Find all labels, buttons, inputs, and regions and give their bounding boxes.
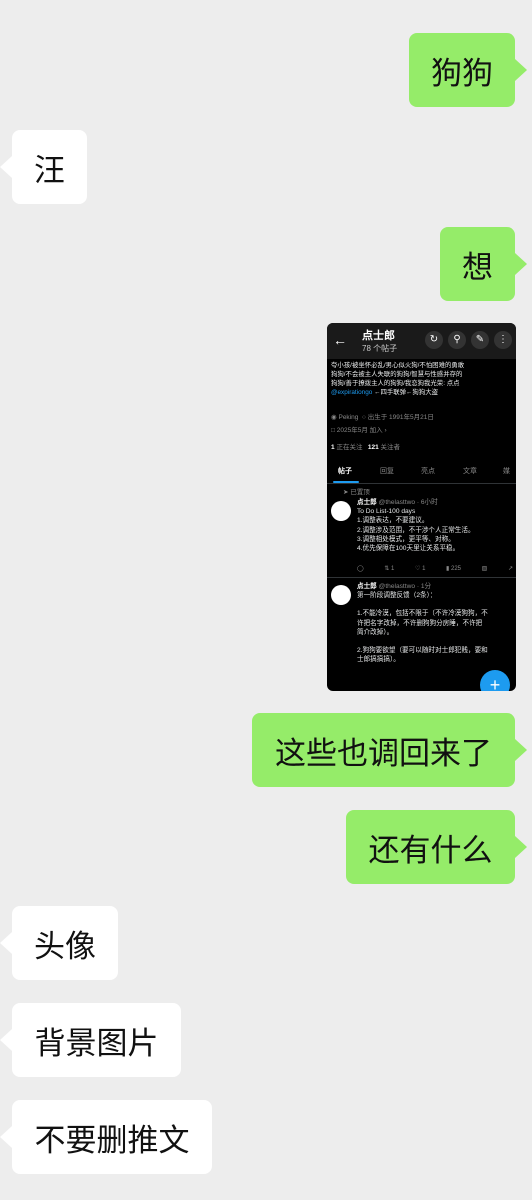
profile-header: ← 点士郎 78 个帖子 ↻ ⚲ ✎ ⋮	[327, 323, 516, 359]
follow-stats[interactable]: 1 正在关注 121 关注者	[331, 441, 400, 451]
message-bubble[interactable]: 狗狗	[409, 33, 527, 107]
profile-name: 点士郎	[362, 330, 395, 342]
profile-meta-joined: □ 2025年5月 加入 ›	[331, 427, 387, 434]
profile-bio: 夸小孩/被坐怀必乱/男心似火狗/不怕困难的勇敢 狗狗/不会被主人失联的狗狗/智慧…	[331, 362, 465, 396]
shared-screenshot-image[interactable]: ← 点士郎 78 个帖子 ↻ ⚲ ✎ ⋮ 夸小孩/被坐怀必乱/男心似火狗/不怕困…	[327, 323, 516, 691]
avatar[interactable]	[331, 585, 351, 605]
message-bubble[interactable]: 不要删推文	[0, 1100, 212, 1174]
refresh-icon: ↻	[425, 331, 443, 349]
reply-icon[interactable]: ◯	[357, 565, 364, 572]
message-bubble[interactable]: 想	[440, 227, 527, 301]
bookmark-icon[interactable]: ▧	[482, 565, 488, 572]
post-count: 78 个帖子	[362, 344, 398, 353]
compose-button[interactable]: +	[480, 670, 510, 691]
birthday-icon: ○	[361, 414, 366, 421]
tab-media[interactable]: 媒	[503, 466, 510, 476]
views-icon[interactable]: ▮ 225	[446, 565, 461, 572]
tab-articles[interactable]: 文章	[463, 466, 477, 476]
divider	[327, 577, 516, 578]
tab-highlights[interactable]: 亮点	[421, 466, 435, 476]
message-bubble[interactable]: 头像	[0, 906, 118, 980]
share-icon[interactable]: ↗	[508, 565, 513, 572]
tweet-2[interactable]: 点士郎 @thelasttwo · 1分 第一阶段调整反馈（2条）： 1.不能冷…	[357, 582, 513, 664]
tab-posts[interactable]: 帖子	[338, 466, 352, 476]
location-icon: ◉	[331, 414, 337, 421]
like-icon[interactable]: ♡ 1	[415, 565, 425, 572]
search-icon: ⚲	[448, 331, 466, 349]
edit-icon: ✎	[471, 331, 489, 349]
calendar-icon: □	[331, 427, 335, 434]
message-bubble[interactable]: 背景图片	[0, 1003, 181, 1077]
more-icon: ⋮	[494, 331, 512, 349]
tweet-1[interactable]: 点士郎 @thelasttwo · 6小时 To Do List-100 day…	[357, 498, 513, 553]
message-bubble[interactable]: 还有什么	[346, 810, 527, 884]
bio-link: @expirationgo	[331, 389, 373, 396]
pinned-label: ➤ 已置顶	[343, 489, 370, 496]
profile-meta-location: ◉ Peking ○ 出生于 1991年5月21日	[331, 414, 434, 421]
retweet-icon[interactable]: ⇅ 1	[384, 565, 394, 572]
message-bubble[interactable]: 汪	[0, 130, 87, 204]
pin-icon: ➤	[343, 489, 349, 496]
active-tab-indicator	[333, 481, 359, 483]
tab-replies[interactable]: 回复	[380, 466, 394, 476]
avatar[interactable]	[331, 501, 351, 521]
message-bubble[interactable]: 这些也调回来了	[252, 713, 527, 787]
tweet-1-actions: ◯ ⇅ 1 ♡ 1 ▮ 225 ▧ ↗	[357, 565, 513, 572]
back-arrow-icon: ←	[333, 332, 347, 348]
